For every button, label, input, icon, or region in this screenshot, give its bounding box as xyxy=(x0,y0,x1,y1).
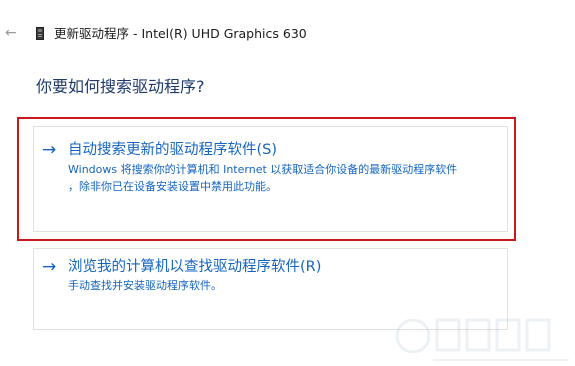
arrow-right-icon: → xyxy=(42,257,57,277)
arrow-right-icon: → xyxy=(42,140,57,160)
auto-search-desc-line2: ，除非你已在设备安装设置中禁用此功能。 xyxy=(68,180,277,193)
page-question: 你要如何搜索驱动程序? xyxy=(36,77,205,96)
auto-search-option[interactable]: → 自动搜索更新的驱动程序软件(S) Windows 将搜索你的计算机和 Int… xyxy=(33,126,508,232)
window-title: 更新驱动程序 - Intel(R) UHD Graphics 630 xyxy=(54,26,307,41)
display-adapter-icon xyxy=(36,27,44,40)
auto-search-title: 自动搜索更新的驱动程序软件(S) xyxy=(68,142,278,158)
watermark-logo xyxy=(395,318,569,361)
browse-computer-title: 浏览我的计算机以查找驱动程序软件(R) xyxy=(68,259,322,275)
auto-search-desc-line1: Windows 将搜索你的计算机和 Internet 以获取适合你设备的最新驱动… xyxy=(68,163,458,176)
back-arrow-icon[interactable]: ← xyxy=(5,26,19,40)
browse-computer-desc: 手动查找并安装驱动程序软件。 xyxy=(68,279,222,292)
